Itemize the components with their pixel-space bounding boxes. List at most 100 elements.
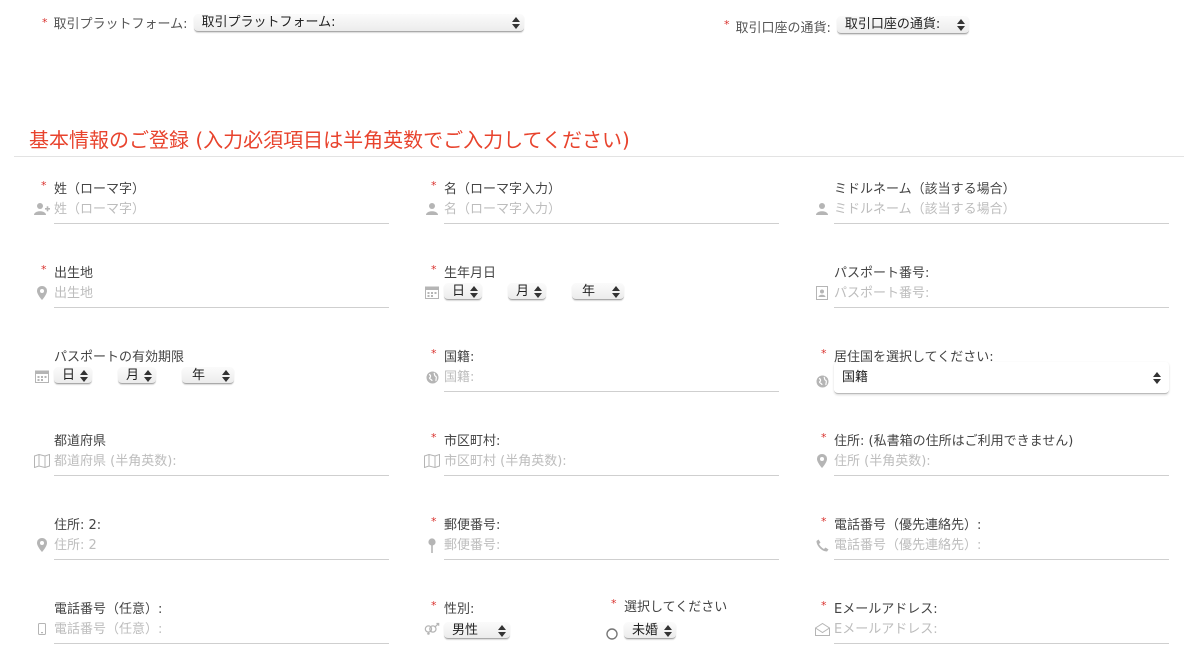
phone-optional-label: 電話番号（任意）: xyxy=(54,602,163,617)
email-field: * Eメールアドレス: xyxy=(814,598,1174,668)
gender-icon xyxy=(424,621,440,637)
user-icon xyxy=(424,201,440,217)
passport-number-input[interactable] xyxy=(834,280,1169,308)
required-marker: * xyxy=(724,18,730,31)
platform-field: * 取引プラットフォーム: 取引プラットフォーム: xyxy=(42,13,524,32)
address1-input[interactable] xyxy=(834,448,1169,476)
middle-name-label: ミドルネーム（該当する場合） xyxy=(834,182,1016,197)
city-field: * 市区町村: xyxy=(424,430,784,500)
select-arrows-icon xyxy=(534,284,542,300)
expiry-day-value: 日 xyxy=(62,368,76,383)
nationality-label: 国籍: xyxy=(444,350,475,365)
address2-label: 住所: 2: xyxy=(54,518,102,533)
birth-year-select[interactable]: 年 xyxy=(572,283,624,300)
marital-value: 未婚 xyxy=(632,623,659,638)
expiry-month-value: 月 xyxy=(126,368,140,383)
residence-country-field: * 居住国を選択してください: 国籍 xyxy=(814,346,1174,416)
select-arrows-icon xyxy=(498,623,506,639)
circle-icon xyxy=(604,626,620,642)
nationality-input[interactable] xyxy=(444,364,779,392)
select-arrows-icon xyxy=(144,368,152,384)
residence-country-value: 国籍 xyxy=(842,370,869,385)
residence-country-select[interactable]: 国籍 xyxy=(834,362,1169,394)
postal-code-field: * 郵便番号: xyxy=(424,514,784,584)
select-arrows-icon xyxy=(80,368,88,384)
phone-primary-field: * 電話番号（優先連絡先）: xyxy=(814,514,1174,584)
city-input[interactable] xyxy=(444,448,779,476)
last-name-label: 姓（ローマ字） xyxy=(54,182,146,197)
address1-label: 住所: (私書箱の住所はご利用できません) xyxy=(834,434,1074,449)
expiry-day-select[interactable]: 日 xyxy=(54,367,92,384)
last-name-field: * 姓（ローマ字） xyxy=(34,178,394,248)
phone-primary-input[interactable] xyxy=(834,532,1169,560)
expiry-month-select[interactable]: 月 xyxy=(118,367,156,384)
map-icon xyxy=(424,453,440,469)
passport-number-field: パスポート番号: xyxy=(814,262,1174,332)
prefecture-input[interactable] xyxy=(54,448,389,476)
email-input[interactable] xyxy=(834,616,1169,644)
address1-field: * 住所: (私書箱の住所はご利用できません) xyxy=(814,430,1174,500)
select-arrows-icon xyxy=(664,623,672,639)
birth-day-select[interactable]: 日 xyxy=(444,283,482,300)
last-name-input[interactable] xyxy=(54,196,389,224)
pin-icon xyxy=(424,537,440,553)
add-user-icon xyxy=(34,201,50,217)
phone-optional-input[interactable] xyxy=(54,616,389,644)
birthplace-field: * 出生地 xyxy=(34,262,394,332)
select-arrows-icon xyxy=(511,15,520,31)
envelope-icon xyxy=(814,621,830,637)
required-marker: * xyxy=(431,179,437,192)
select-arrows-icon xyxy=(470,284,478,300)
required-marker: * xyxy=(431,347,437,360)
first-name-field: * 名（ローマ字入力） xyxy=(424,178,784,248)
postal-code-label: 郵便番号: xyxy=(444,518,501,533)
platform-select[interactable]: 取引プラットフォーム: xyxy=(193,13,524,32)
birth-month-value: 月 xyxy=(516,284,530,299)
currency-field: * 取引口座の通貨: 取引口座の通貨: xyxy=(724,13,969,36)
platform-select-value: 取引プラットフォーム: xyxy=(201,14,336,30)
expiry-year-value: 年 xyxy=(192,368,206,383)
required-marker: * xyxy=(611,597,617,610)
map-marker-icon xyxy=(814,453,830,469)
passport-expiry-field: パスポートの有効期限 日 月 年 xyxy=(34,346,394,416)
nationality-field: * 国籍: xyxy=(424,346,784,416)
marital-select[interactable]: 未婚 xyxy=(624,622,676,639)
birthdate-label: 生年月日 xyxy=(444,266,497,281)
birth-day-value: 日 xyxy=(452,284,466,299)
marital-label: 選択してください xyxy=(624,600,728,615)
select-arrows-icon xyxy=(222,368,230,384)
postal-code-input[interactable] xyxy=(444,532,779,560)
gender-select[interactable]: 男性 xyxy=(444,622,510,639)
birth-month-select[interactable]: 月 xyxy=(508,283,546,300)
section-title: 基本情報のご登録 (入力必須項目は半角英数でご入力してください) xyxy=(29,128,630,152)
prefecture-field: 都道府県 xyxy=(34,430,394,500)
map-marker-icon xyxy=(34,285,50,301)
passport-number-label: パスポート番号: xyxy=(834,266,930,281)
map-marker-icon xyxy=(34,537,50,553)
email-label: Eメールアドレス: xyxy=(834,602,938,617)
select-arrows-icon xyxy=(956,17,965,33)
required-marker: * xyxy=(42,16,48,29)
middle-name-field: ミドルネーム（該当する場合） xyxy=(814,178,1174,248)
middle-name-input[interactable] xyxy=(834,196,1169,224)
birthplace-label: 出生地 xyxy=(54,266,94,281)
user-icon xyxy=(814,201,830,217)
required-marker: * xyxy=(431,431,437,444)
section-divider xyxy=(14,156,1184,157)
expiry-year-select[interactable]: 年 xyxy=(182,367,234,384)
platform-label: 取引プラットフォーム: xyxy=(53,17,188,32)
calendar-icon xyxy=(424,284,440,300)
passport-expiry-label: パスポートの有効期限 xyxy=(54,350,185,365)
prefecture-label: 都道府県 xyxy=(54,434,107,449)
select-arrows-icon xyxy=(612,284,620,300)
required-marker: * xyxy=(41,263,47,276)
phone-optional-field: 電話番号（任意）: xyxy=(34,598,394,668)
phone-icon xyxy=(814,537,830,553)
required-marker: * xyxy=(821,515,827,528)
first-name-input[interactable] xyxy=(444,196,779,224)
currency-select[interactable]: 取引口座の通貨: xyxy=(836,15,969,34)
birthplace-input[interactable] xyxy=(54,280,389,308)
address2-input[interactable] xyxy=(54,532,389,560)
first-name-label: 名（ローマ字入力） xyxy=(444,182,562,197)
required-marker: * xyxy=(431,263,437,276)
